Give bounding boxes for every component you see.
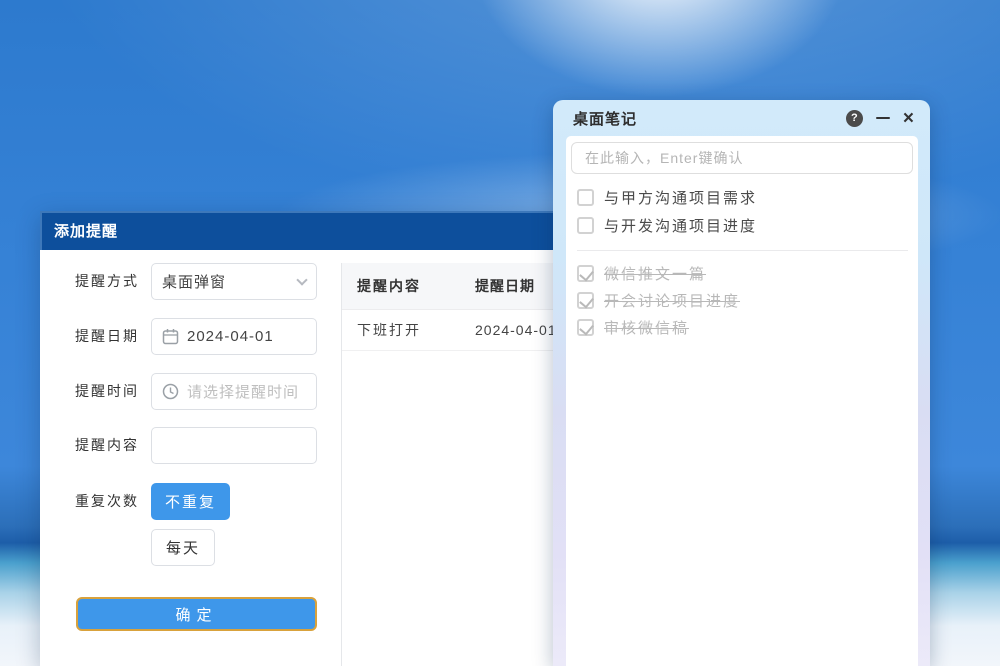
done-item-label: 开会讨论项目进度 <box>604 290 740 311</box>
reminder-content-label: 提醒内容 <box>75 427 155 464</box>
notes-divider <box>577 250 908 251</box>
reminder-time-picker[interactable]: 请选择提醒时间 <box>151 373 317 410</box>
dialog-body: 提醒方式 桌面弹窗 提醒日期 2024-04-01 提醒时间 <box>40 250 597 666</box>
reminder-time-placeholder: 请选择提醒时间 <box>187 381 306 402</box>
reminder-date-label: 提醒日期 <box>75 318 155 355</box>
clock-icon <box>162 383 179 400</box>
repeat-option-none-button[interactable]: 不重复 <box>151 483 230 520</box>
checkbox-unchecked-icon[interactable] <box>577 217 594 234</box>
todo-item-label: 与甲方沟通项目需求 <box>604 187 757 208</box>
reminder-method-label: 提醒方式 <box>75 263 155 300</box>
close-icon[interactable]: × <box>903 110 914 127</box>
reminder-date-value: 2024-04-01 <box>187 328 306 345</box>
note-entry-input[interactable] <box>571 142 913 174</box>
repeat-count-label: 重复次数 <box>75 483 155 520</box>
notes-body: 与甲方沟通项目需求 与开发沟通项目进度 微信推文一篇 开会讨论项目进度 <box>566 136 918 666</box>
done-item[interactable]: 微信推文一篇 <box>577 260 908 287</box>
done-item[interactable]: 审核微信稿 <box>577 314 908 341</box>
todo-item[interactable]: 与甲方沟通项目需求 <box>577 183 908 211</box>
reminder-method-value: 桌面弹窗 <box>162 271 298 292</box>
todo-item[interactable]: 与开发沟通项目进度 <box>577 211 908 239</box>
minimize-icon[interactable] <box>876 117 890 119</box>
notes-title: 桌面笔记 <box>553 108 637 129</box>
notes-list: 与甲方沟通项目需求 与开发沟通项目进度 微信推文一篇 开会讨论项目进度 <box>577 183 908 341</box>
desktop-notes-window: 桌面笔记 ? × 与甲方沟通项目需求 与开发沟通项目进度 <box>553 100 930 666</box>
done-item[interactable]: 开会讨论项目进度 <box>577 287 908 314</box>
dialog-titlebar[interactable]: 添加提醒 <box>40 211 597 250</box>
checkbox-checked-icon[interactable] <box>577 292 594 309</box>
checkbox-checked-icon[interactable] <box>577 319 594 336</box>
reminder-content-input[interactable] <box>151 427 317 464</box>
dialog-title: 添加提醒 <box>40 220 118 241</box>
done-item-label: 微信推文一篇 <box>604 263 706 284</box>
add-reminder-dialog: 添加提醒 提醒方式 桌面弹窗 提醒日期 2024-04-01 提醒 <box>40 211 597 666</box>
table-cell-content: 下班打开 <box>342 320 466 340</box>
reminder-date-picker[interactable]: 2024-04-01 <box>151 318 317 355</box>
checkbox-checked-icon[interactable] <box>577 265 594 282</box>
desktop-wallpaper: 添加提醒 提醒方式 桌面弹窗 提醒日期 2024-04-01 提醒 <box>0 0 1000 666</box>
help-icon[interactable]: ? <box>846 110 863 127</box>
notes-window-controls: ? × <box>846 110 930 127</box>
chevron-down-icon <box>296 274 307 285</box>
notes-titlebar[interactable]: 桌面笔记 ? × <box>553 100 930 136</box>
confirm-button[interactable]: 确定 <box>76 597 317 631</box>
done-item-label: 审核微信稿 <box>604 317 689 338</box>
repeat-option-daily-button[interactable]: 每天 <box>151 529 215 566</box>
reminder-method-select[interactable]: 桌面弹窗 <box>151 263 317 300</box>
todo-item-label: 与开发沟通项目进度 <box>604 215 757 236</box>
table-header-content: 提醒内容 <box>342 276 466 296</box>
reminder-time-label: 提醒时间 <box>75 373 155 410</box>
calendar-icon <box>162 328 179 345</box>
checkbox-unchecked-icon[interactable] <box>577 189 594 206</box>
